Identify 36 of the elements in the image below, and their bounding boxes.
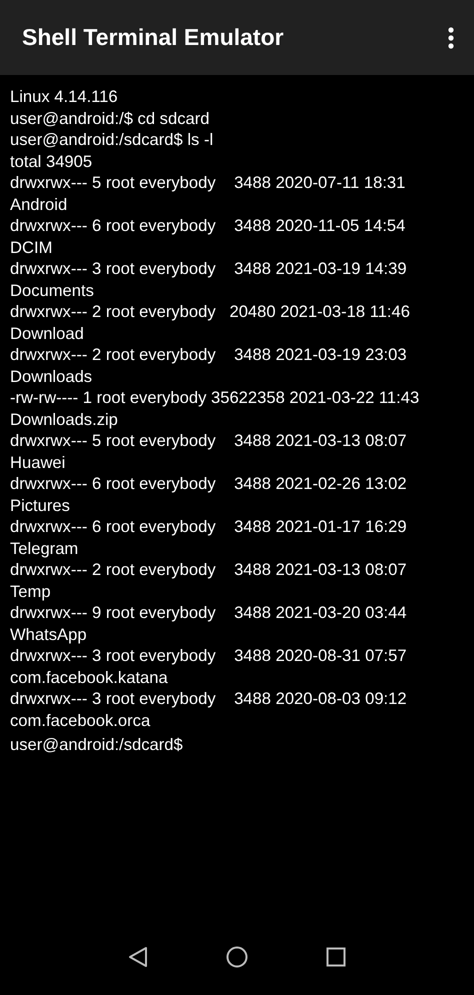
terminal-line: drwxrwx--- 2 root everybody 3488 2021-03-13 08:07 [10, 559, 408, 580]
terminal-line: com.facebook.orca [10, 710, 152, 731]
home-circle-icon [226, 946, 248, 968]
terminal-line: -rw-rw---- 1 root everybody 35622358 2021-03-22 11:43 [10, 387, 420, 408]
terminal-line: WhatsApp [10, 624, 88, 645]
terminal-line: Downloads.zip [10, 408, 119, 430]
terminal-line: user@android:/sdcard$ ls -l [10, 129, 214, 150]
terminal-line: drwxrwx--- 2 root everybody 20480 2021-03-18 11:46 [10, 301, 411, 322]
terminal-line: total 34905 [10, 150, 94, 172]
terminal-line: Pictures [10, 494, 71, 516]
terminal-line: Android [10, 194, 68, 215]
terminal-line: drwxrwx--- 6 root everybody 3488 2021-01-17 16:29 [10, 516, 408, 538]
recents-square-icon [326, 947, 346, 967]
terminal-line: Downloads [10, 366, 94, 387]
back-triangle-icon [128, 946, 148, 968]
terminal-line: drwxrwx--- 6 root everybody 3488 2021-02-26 13:02 [10, 473, 408, 494]
app-title: Shell Terminal Emulator [22, 24, 284, 51]
terminal-line: Temp [10, 580, 52, 602]
terminal-line: Linux 4.14.116 [10, 86, 119, 108]
terminal-line: drwxrwx--- 6 root everybody 3488 2020-11-05 14:54 [10, 215, 406, 236]
more-vertical-icon [448, 26, 454, 48]
terminal-line: user@android:/$ cd sdcard [10, 108, 210, 129]
terminal-line: DCIM [10, 236, 54, 258]
terminal-line: drwxrwx--- 3 root everybody 3488 2020-08-03 09:12 [10, 688, 408, 710]
terminal-line: drwxrwx--- 9 root everybody 3488 2021-03-20 03:44 [10, 602, 408, 624]
terminal-line: Download [10, 322, 85, 344]
terminal-line: drwxrwx--- 5 root everybody 3488 2021-03-13 08:07 [10, 430, 408, 452]
terminal-line: com.facebook.katana [10, 666, 169, 688]
terminal-line: drwxrwx--- 2 root everybody 3488 2021-03-19 23:03 [10, 344, 408, 366]
terminal-line: drwxrwx--- 3 root everybody 3488 2021-03-19 14:39 [10, 258, 408, 280]
terminal-line: Huawei [10, 452, 66, 473]
terminal-line: Telegram [10, 538, 80, 559]
terminal-line: drwxrwx--- 5 root everybody 3488 2020-07-11 18:31 [10, 172, 406, 194]
terminal-line: drwxrwx--- 3 root everybody 3488 2020-08-31 07:57 [10, 645, 408, 666]
terminal-line: Documents [10, 280, 95, 301]
terminal-prompt[interactable]: user@android:/sdcard$ [10, 734, 474, 756]
